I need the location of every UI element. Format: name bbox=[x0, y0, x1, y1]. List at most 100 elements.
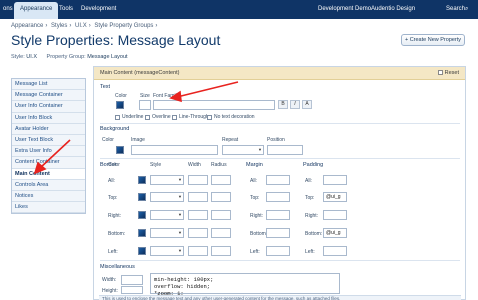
font-family-input[interactable] bbox=[153, 100, 275, 110]
italic-button[interactable]: I bbox=[290, 100, 300, 109]
border-bottom-color-swatch[interactable] bbox=[138, 229, 146, 237]
sidebar-item-notices[interactable]: Notices bbox=[12, 191, 85, 203]
padding-right-input[interactable] bbox=[323, 210, 347, 220]
sidebar-item-message-container[interactable]: Message Container bbox=[12, 90, 85, 102]
top-navigation-bar: ons Appearance Tools Development Develop… bbox=[0, 0, 478, 19]
border-all-radius-input[interactable] bbox=[211, 175, 231, 185]
sidebar-item-main-content[interactable]: Main Content bbox=[12, 168, 85, 180]
border-row-label: All: bbox=[108, 178, 115, 184]
text-color-label: Color bbox=[115, 93, 127, 99]
border-bottom-width-input[interactable] bbox=[188, 228, 208, 238]
style-select[interactable]: UI.X bbox=[26, 54, 37, 60]
background-image-input[interactable] bbox=[131, 145, 218, 155]
sidebar-item-user-text-block[interactable]: User Text Block bbox=[12, 135, 85, 147]
text-size-input[interactable] bbox=[139, 100, 151, 110]
margin-top-input[interactable] bbox=[266, 192, 290, 202]
page-title: Style Properties: Message Layout bbox=[11, 32, 221, 48]
sidebar-item-avatar-holder[interactable]: Avatar Holder bbox=[12, 124, 85, 135]
misc-height-input[interactable] bbox=[121, 286, 143, 294]
border-top-radius-input[interactable] bbox=[211, 192, 231, 202]
sidebar-item-controls-area[interactable]: Controls Area bbox=[12, 180, 85, 191]
border-all-color-swatch[interactable] bbox=[138, 176, 146, 184]
sidebar-item-likes[interactable]: Likes bbox=[12, 202, 85, 214]
padding-bottom-input[interactable]: @ui_g bbox=[323, 228, 347, 238]
panel-title: Main Content (messageContent) bbox=[100, 70, 180, 76]
property-group-select[interactable]: Message Layout bbox=[87, 54, 127, 60]
font-family-label: Font Family bbox=[153, 93, 180, 99]
margin-section-title: Margin bbox=[246, 162, 263, 168]
margin-row-label: Left: bbox=[250, 249, 260, 255]
margin-right-input[interactable] bbox=[266, 210, 290, 220]
border-radius-label: Radius bbox=[211, 162, 227, 168]
padding-left-input[interactable] bbox=[323, 246, 347, 256]
border-bottom-radius-input[interactable] bbox=[211, 228, 231, 238]
search-icon[interactable]: ⌕ bbox=[460, 4, 473, 15]
border-bottom-style-select[interactable] bbox=[150, 228, 184, 238]
create-new-property-button[interactable]: + Create New Property bbox=[401, 34, 465, 46]
border-style-label: Style bbox=[150, 162, 162, 168]
border-top-style-select[interactable] bbox=[150, 192, 184, 202]
border-left-color-swatch[interactable] bbox=[138, 247, 146, 255]
border-top-color-swatch[interactable] bbox=[138, 193, 146, 201]
bold-button[interactable]: B bbox=[278, 100, 288, 109]
text-transform-button[interactable]: A bbox=[302, 100, 312, 109]
checkbox-box[interactable] bbox=[437, 70, 443, 76]
padding-row-label: Bottom: bbox=[305, 231, 323, 237]
border-left-style-select[interactable] bbox=[150, 246, 184, 256]
misc-height-label: Height: bbox=[102, 288, 118, 294]
padding-top-input[interactable]: @ui_g bbox=[323, 192, 347, 202]
text-color-swatch[interactable] bbox=[116, 101, 124, 109]
reset-label: Reset bbox=[444, 70, 459, 76]
underline-checkbox[interactable] bbox=[115, 115, 120, 120]
misc-width-input[interactable] bbox=[121, 275, 143, 285]
style-selector-row: Style: UI.X Property Group: Message Layo… bbox=[11, 54, 136, 60]
background-color-label: Color bbox=[102, 137, 114, 143]
overline-label: Overline bbox=[152, 114, 171, 120]
background-repeat-label: Repeat bbox=[222, 137, 239, 143]
footer-note: This is used to enclose the message text… bbox=[99, 295, 461, 300]
border-right-width-input[interactable] bbox=[188, 210, 208, 220]
padding-all-input[interactable] bbox=[323, 175, 347, 185]
breadcrumb-separator: › bbox=[69, 23, 72, 29]
tab-tools[interactable]: Tools bbox=[54, 4, 78, 14]
sidebar-item-user-info-block[interactable]: User Info Block bbox=[12, 113, 85, 124]
margin-left-input[interactable] bbox=[266, 246, 290, 256]
padding-row-label: All: bbox=[305, 178, 312, 184]
margin-row-label: Top: bbox=[250, 195, 260, 201]
breadcrumb-property-groups[interactable]: Style Property Groups bbox=[94, 23, 153, 29]
line-through-checkbox[interactable] bbox=[172, 115, 177, 120]
sidebar-item-user-info-container[interactable]: User Info Container bbox=[12, 101, 85, 113]
breadcrumb-appearance[interactable]: Appearance bbox=[11, 23, 43, 29]
breadcrumb-separator: › bbox=[155, 23, 158, 29]
border-left-width-input[interactable] bbox=[188, 246, 208, 256]
overline-checkbox[interactable] bbox=[145, 115, 150, 120]
line-through-label: Line-Through bbox=[179, 114, 209, 120]
border-top-width-input[interactable] bbox=[188, 192, 208, 202]
sidebar-item-content-container[interactable]: Content Container bbox=[12, 157, 85, 169]
border-all-style-select[interactable] bbox=[150, 175, 184, 185]
border-right-style-select[interactable] bbox=[150, 210, 184, 220]
background-repeat-select[interactable] bbox=[222, 145, 264, 155]
margin-bottom-input[interactable] bbox=[266, 228, 290, 238]
margin-all-input[interactable] bbox=[266, 175, 290, 185]
breadcrumb-styles[interactable]: Styles bbox=[51, 23, 67, 29]
no-decoration-checkbox[interactable] bbox=[207, 115, 212, 120]
background-color-swatch[interactable] bbox=[116, 146, 124, 154]
property-panel: Main Content (messageContent) Reset Text… bbox=[93, 66, 466, 300]
link-audentio-design[interactable]: Audentio Design bbox=[366, 4, 420, 14]
sidebar-item-extra-user-info[interactable]: Extra User Info bbox=[12, 146, 85, 158]
tab-appearance[interactable]: Appearance bbox=[14, 2, 59, 19]
sidebar-item-message-list[interactable]: Message List bbox=[12, 79, 85, 91]
tab-development[interactable]: Development bbox=[76, 4, 121, 14]
property-group-sidebar: Message List Message Container User Info… bbox=[11, 78, 86, 215]
background-position-input[interactable] bbox=[267, 145, 303, 155]
reset-checkbox[interactable]: Reset bbox=[437, 67, 459, 80]
border-right-color-swatch[interactable] bbox=[138, 211, 146, 219]
border-left-radius-input[interactable] bbox=[211, 246, 231, 256]
padding-row-label: Left: bbox=[305, 249, 315, 255]
border-all-width-input[interactable] bbox=[188, 175, 208, 185]
border-right-radius-input[interactable] bbox=[211, 210, 231, 220]
extra-css-textarea[interactable]: min-height: 100px; overflow: hidden; *zo… bbox=[150, 273, 340, 297]
breadcrumb-style[interactable]: UI.X bbox=[75, 23, 87, 29]
divider bbox=[100, 123, 460, 124]
